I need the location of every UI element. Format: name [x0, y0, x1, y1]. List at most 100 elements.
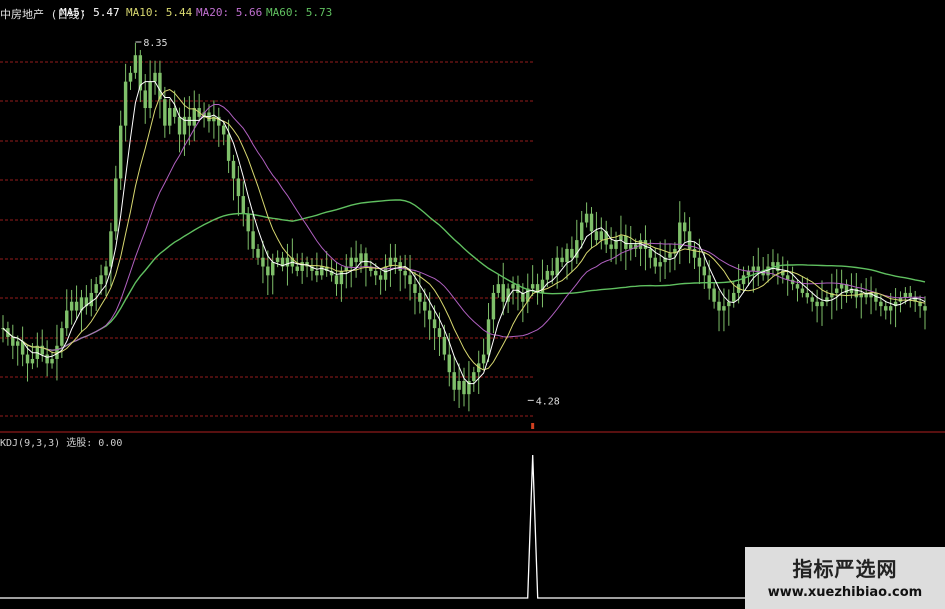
candle-body-56 [275, 257, 280, 263]
candle-body-113 [555, 257, 559, 276]
candle-123 [604, 220, 608, 253]
candle-body-86 [423, 301, 427, 311]
candle-82 [403, 254, 407, 289]
candle-body-73 [359, 253, 363, 263]
candle-body-180 [884, 306, 888, 311]
candle-body-124 [609, 244, 613, 249]
ma60-label: MA60: 5.73 [266, 6, 333, 19]
candle-body-104 [511, 284, 515, 289]
candle-body-10 [50, 358, 54, 364]
candle-body-5 [25, 354, 30, 364]
candle-148 [727, 289, 731, 326]
candle-body-164 [805, 292, 810, 298]
watermark-url: www.xuezhibiao.com [767, 585, 923, 600]
candle-body-21 [104, 266, 108, 276]
kdj-signal-line [0, 454, 745, 599]
candle-132 [648, 239, 653, 269]
candle-body-18 [89, 292, 93, 307]
candle-body-146 [717, 301, 721, 311]
candle-182 [893, 288, 898, 328]
candlesticks [1, 42, 927, 412]
annotation-label-1: 4.28 [536, 396, 560, 407]
candle-28 [138, 49, 143, 103]
candle-171 [839, 269, 844, 310]
candle-body-23 [114, 178, 118, 232]
candle-134 [658, 241, 662, 282]
candle-15 [74, 285, 79, 320]
candle-body-153 [751, 266, 756, 271]
candle-body-121 [594, 231, 599, 241]
candle-110 [540, 259, 545, 308]
kdj-title: KDJ(9,3,3) 选股: 0.00 [0, 438, 123, 449]
candle-62 [305, 256, 309, 278]
candle-77 [378, 270, 383, 295]
candle-body-80 [393, 257, 398, 263]
candle-body-74 [364, 253, 368, 267]
candle-body-136 [668, 253, 672, 258]
price-annotations: 8.35 4.28 [135, 38, 560, 407]
candle-body-92 [452, 372, 456, 390]
candle-body-83 [408, 275, 412, 285]
candle-body-84 [413, 284, 417, 293]
candle-body-143 [702, 266, 707, 276]
candle-body-85 [418, 292, 422, 302]
candle-8 [40, 329, 44, 362]
candle-138 [678, 201, 682, 265]
candle-105 [516, 275, 520, 311]
ma10-line [2, 89, 926, 371]
candle-body-22 [109, 231, 113, 267]
candle-body-15 [74, 301, 79, 311]
candle-body-13 [65, 310, 69, 329]
candle-body-27 [133, 55, 138, 73]
candle-170 [835, 269, 839, 311]
candle-body-52 [256, 248, 260, 258]
candle-26 [128, 66, 133, 90]
candle-107 [526, 273, 530, 314]
candle-body-142 [697, 257, 702, 267]
candle-46 [226, 119, 231, 174]
candle-52 [256, 244, 260, 265]
footer-strip [0, 600, 745, 609]
candle-157 [771, 249, 775, 277]
candle-115 [565, 243, 569, 280]
candle-body-90 [442, 336, 447, 355]
candle-33 [163, 86, 167, 138]
candle-12 [60, 321, 64, 358]
candle-body-144 [707, 275, 711, 289]
candle-body-72 [354, 257, 358, 263]
candle-136 [668, 244, 672, 273]
candle-169 [830, 273, 834, 320]
candle-body-134 [658, 262, 662, 267]
candle-body-101 [496, 284, 501, 293]
candle-body-93 [457, 380, 461, 390]
candle-55 [271, 253, 275, 295]
candle-119 [584, 202, 589, 228]
candle-body-112 [550, 270, 554, 276]
candle-120 [589, 207, 594, 249]
candle-22 [109, 222, 113, 287]
candle-body-58 [285, 257, 290, 267]
candle-166 [815, 289, 819, 323]
candle-body-170 [835, 288, 839, 293]
price-grid [0, 61, 535, 417]
candle-97 [476, 350, 481, 395]
candle-body-33 [163, 99, 167, 126]
candle-body-68 [334, 275, 339, 285]
candle-176 [864, 278, 868, 305]
candle-body-19 [94, 284, 98, 293]
candle-178 [874, 288, 878, 311]
candle-30 [148, 60, 152, 119]
candle-body-133 [653, 257, 657, 267]
candle-146 [717, 290, 721, 332]
candle-body-69 [339, 270, 344, 285]
candle-85 [418, 272, 422, 314]
candle-131 [643, 225, 648, 271]
candle-114 [560, 247, 564, 268]
candle-109 [535, 273, 540, 305]
candle-body-167 [820, 301, 824, 307]
candle-63 [310, 258, 314, 281]
candle-body-49 [241, 196, 246, 214]
candle-96 [472, 366, 476, 392]
candle-83 [408, 254, 412, 301]
candle-body-46 [226, 134, 231, 161]
